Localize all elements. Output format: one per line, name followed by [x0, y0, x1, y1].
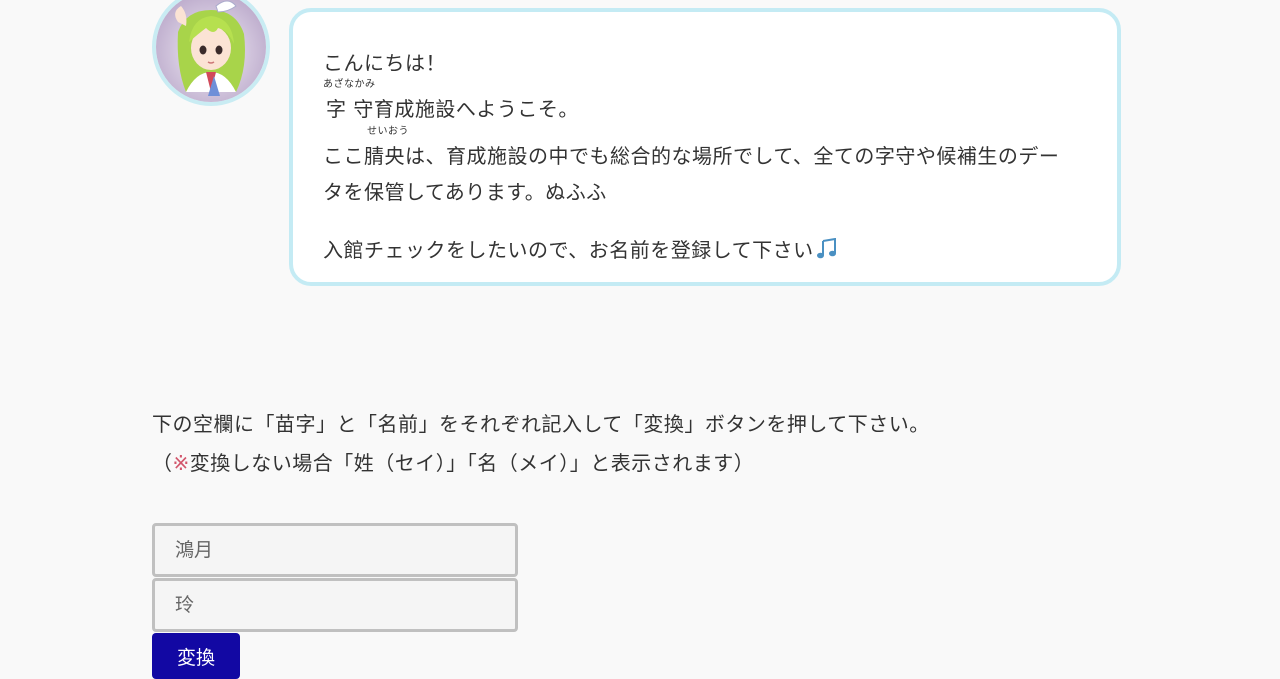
- instruction-line-2-open: （: [152, 451, 173, 475]
- instruction-line-1: 下の空欄に「苗字」と「名前」をそれぞれ記入して「変換」ボタンを押して下さい。: [152, 412, 930, 436]
- ruby-seiou: せいおう: [367, 126, 409, 137]
- greeting-line-3: ここ腈央は、育成施設の中でも総合的な場所でして、全ての字守や候補生のデー: [323, 144, 1060, 168]
- convert-button[interactable]: 変換: [152, 633, 240, 679]
- ruby-azanakami: あざなかみ: [323, 79, 376, 90]
- speech-bubble: こんにちは！ あざなかみ 字 守育成施設へようこそ。 せいおう ここ腈央は、育成…: [289, 8, 1121, 286]
- instruction-line-2-rest: 変換しない場合「姓（セイ）」「名（メイ）」と表示されます）: [189, 451, 755, 475]
- greeting-line-1: こんにちは！: [323, 51, 446, 75]
- instruction-line-2: （※変換しない場合「姓（セイ）」「名（メイ）」と表示されます）: [152, 447, 754, 476]
- greeting-line-2: 字 守育成施設へようこそ。: [326, 97, 579, 121]
- name-input[interactable]: [152, 578, 518, 632]
- greeting-line-4: タを保管してあります。ぬふふ: [323, 180, 607, 204]
- music-note-icon: [816, 237, 838, 265]
- note-mark: ※: [172, 451, 190, 475]
- greeting-line-5: 入館チェックをしたいので、お名前を登録して下さい: [323, 234, 838, 265]
- surname-input[interactable]: [152, 523, 518, 577]
- greeting-line-5-text: 入館チェックをしたいので、お名前を登録して下さい: [323, 238, 814, 262]
- character-avatar-icon: [152, 0, 270, 106]
